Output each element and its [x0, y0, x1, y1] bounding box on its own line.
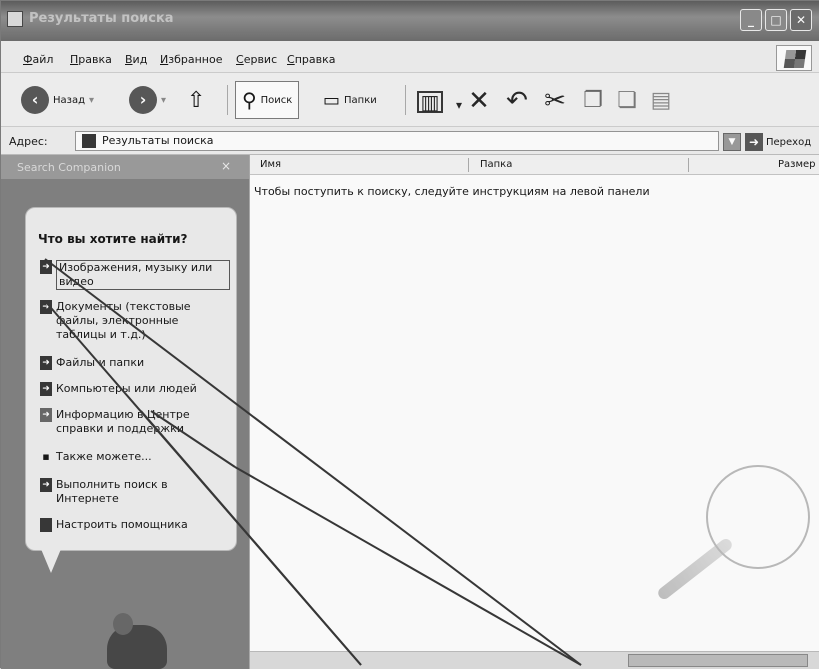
- search-results-icon: [82, 134, 96, 148]
- properties-button[interactable]: ▤: [647, 87, 675, 115]
- arrow-right-icon: ➜: [40, 478, 52, 492]
- option-computers-people-label: Компьютеры или людей: [56, 382, 197, 395]
- option-configure-label: Настроить помощника: [56, 518, 188, 531]
- search-instruction: Чтобы поступить к поиску, следуйте инстр…: [254, 185, 650, 198]
- arrow-right-icon: ➜: [40, 356, 52, 370]
- search-bubble: Что вы хотите найти? ➜ Изображения, музы…: [25, 207, 237, 551]
- move-to-button[interactable]: ❏: [613, 87, 641, 115]
- menu-help[interactable]: Справка: [287, 53, 335, 66]
- back-arrow-icon: ‹: [21, 86, 49, 114]
- address-dropdown-icon[interactable]: ▼: [723, 133, 741, 151]
- toolbar: ‹ Назад ▾ › ▾ ⇧ ⚲ Поиск ▭ Папки ▥ ▾ ✕ ↶ …: [1, 73, 819, 127]
- toolbar-separator: [227, 85, 228, 115]
- also-label: Также можете...: [56, 450, 152, 463]
- menu-favorites[interactable]: Избранное: [160, 53, 222, 66]
- undo-button[interactable]: ↶: [503, 87, 531, 115]
- up-folder-icon: ⇧: [187, 87, 206, 113]
- menu-bar: Файл Правка Вид Избранное Сервис Справка: [1, 41, 819, 73]
- folders-button[interactable]: ▭ Папки: [323, 81, 377, 119]
- properties-icon: ▤: [650, 88, 672, 113]
- go-arrow-icon: ➜: [745, 133, 763, 151]
- menu-view[interactable]: Вид: [125, 53, 147, 66]
- delete-icon: ✕: [468, 86, 490, 116]
- companion-close-icon[interactable]: ×: [221, 159, 231, 173]
- window-title: Результаты поиска: [29, 11, 174, 26]
- option-web-search[interactable]: ➜ Выполнить поиск в Интернете: [40, 478, 230, 506]
- menu-edit[interactable]: Правка: [70, 53, 112, 66]
- back-dropdown-icon: ▾: [89, 94, 95, 106]
- folders-label: Папки: [344, 94, 377, 106]
- back-button[interactable]: ‹ Назад ▾: [21, 81, 94, 119]
- cut-icon: ✂: [544, 86, 566, 116]
- move-to-icon: ❏: [617, 88, 637, 113]
- column-size[interactable]: Размер: [778, 159, 816, 170]
- minimize-button[interactable]: _: [740, 9, 762, 31]
- folders-icon: ▭: [323, 89, 341, 111]
- forward-button[interactable]: › ▾: [129, 81, 166, 119]
- search-label: Поиск: [260, 94, 293, 106]
- address-bar: Адрес: Результаты поиска ▼ ➜ Переход: [1, 127, 819, 155]
- address-value: Результаты поиска: [102, 134, 214, 147]
- bubble-tail: [41, 549, 61, 573]
- search-companion-pane: Search Companion × Что вы хотите найти? …: [1, 155, 249, 669]
- forward-dropdown-icon: ▾: [161, 94, 167, 106]
- search-window-icon: [7, 11, 23, 27]
- menu-tools[interactable]: Сервис: [236, 53, 277, 66]
- arrow-right-icon: ➜: [40, 408, 52, 422]
- option-help-center-label: Информацию в Центре справки и поддержки: [56, 408, 190, 435]
- windows-logo-icon: [776, 45, 812, 71]
- arrow-right-icon: ➜: [40, 382, 52, 396]
- column-divider[interactable]: [468, 158, 469, 172]
- search-icon: ⚲: [242, 88, 257, 112]
- arrow-right-icon: ➜: [40, 300, 52, 314]
- menu-file[interactable]: Файл: [23, 53, 53, 66]
- column-folder[interactable]: Папка: [480, 159, 512, 170]
- results-pane: Имя Папка Размер Чтобы поступить к поиск…: [249, 155, 819, 669]
- copy-to-button[interactable]: ❐: [579, 87, 607, 115]
- search-button[interactable]: ⚲ Поиск: [235, 81, 300, 119]
- address-field[interactable]: Результаты поиска: [75, 131, 719, 151]
- arrow-right-icon: ➜: [40, 260, 52, 274]
- horizontal-scrollbar[interactable]: [250, 651, 819, 669]
- option-help-center[interactable]: ➜ Информацию в Центре справки и поддержк…: [40, 408, 230, 436]
- column-divider[interactable]: [688, 158, 689, 172]
- copy-to-icon: ❐: [583, 88, 603, 113]
- option-documents[interactable]: ➜ Документы (текстовые файлы, электронны…: [40, 300, 230, 342]
- option-computers-people[interactable]: ➜ Компьютеры или людей: [40, 382, 230, 396]
- address-label: Адрес:: [9, 135, 48, 148]
- option-media-label: Изображения, музыку или видео: [56, 260, 230, 290]
- companion-title: Search Companion: [17, 161, 121, 174]
- option-files-folders[interactable]: ➜ Файлы и папки: [40, 356, 230, 370]
- option-configure[interactable]: Настроить помощника: [40, 518, 230, 532]
- scrollbar-thumb[interactable]: [628, 654, 808, 667]
- column-name[interactable]: Имя: [260, 159, 281, 170]
- configure-icon: [40, 518, 52, 532]
- go-button[interactable]: ➜ Переход: [745, 133, 811, 151]
- views-button[interactable]: ▥: [417, 91, 443, 113]
- views-icon: ▥: [420, 90, 440, 114]
- forward-arrow-icon: ›: [129, 86, 157, 114]
- results-column-header: Имя Папка Размер: [250, 155, 819, 175]
- companion-header: Search Companion ×: [1, 155, 249, 179]
- close-button[interactable]: ✕: [790, 9, 812, 31]
- bullet-icon: ▪: [42, 450, 50, 463]
- also-section: ▪ Также можете...: [40, 450, 230, 464]
- up-folder-button[interactable]: ⇧: [187, 81, 205, 119]
- search-question: Что вы хотите найти?: [38, 232, 188, 246]
- option-media[interactable]: ➜ Изображения, музыку или видео: [40, 260, 230, 290]
- search-dog-assistant-icon[interactable]: [107, 613, 167, 669]
- option-web-search-label: Выполнить поиск в Интернете: [56, 478, 168, 505]
- option-documents-label: Документы (текстовые файлы, электронные …: [56, 300, 191, 341]
- undo-icon: ↶: [506, 86, 528, 116]
- explorer-window: Результаты поиска _ □ ✕ Файл Правка Вид …: [0, 0, 819, 669]
- back-label: Назад: [53, 94, 86, 106]
- option-files-folders-label: Файлы и папки: [56, 356, 145, 369]
- cut-button[interactable]: ✂: [541, 87, 569, 115]
- maximize-button[interactable]: □: [765, 9, 787, 31]
- go-label: Переход: [766, 136, 812, 148]
- title-bar[interactable]: Результаты поиска _ □ ✕: [1, 1, 819, 41]
- toolbar-separator: [405, 85, 406, 115]
- magnifier-watermark-icon: [706, 465, 810, 569]
- delete-button[interactable]: ✕: [465, 87, 493, 115]
